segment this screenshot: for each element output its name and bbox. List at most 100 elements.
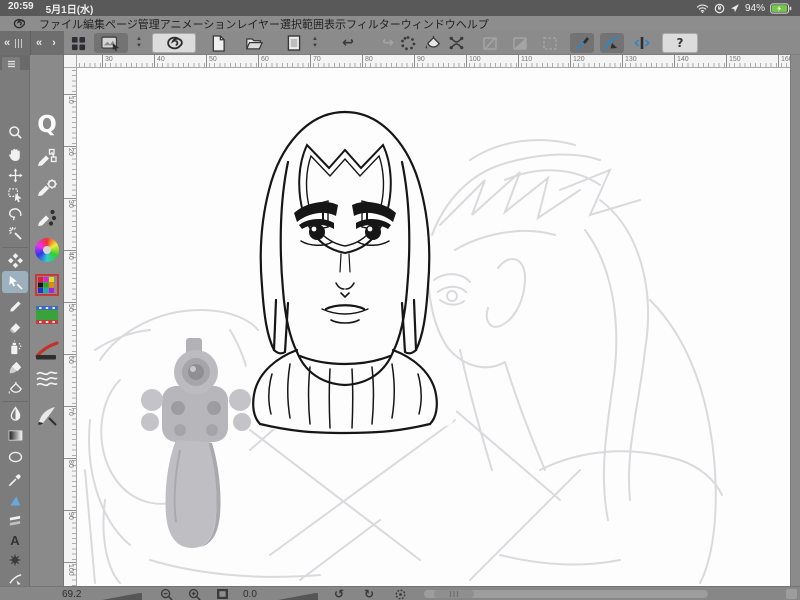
lasso-tool[interactable]	[7, 206, 23, 222]
rotation-slider[interactable]	[270, 590, 318, 600]
snap-to-grid-button[interactable]	[630, 33, 654, 53]
color-set-button[interactable]	[35, 273, 59, 297]
scrollbar-corner[interactable]	[786, 589, 797, 599]
menu-item[interactable]: ヘルプ	[456, 19, 489, 31]
spinner-down-icon[interactable]: ▼	[136, 43, 142, 50]
tool-palette-header[interactable]: «	[0, 31, 30, 55]
fit-to-screen-button[interactable]	[216, 587, 229, 600]
page-manager-button[interactable]	[282, 33, 306, 53]
horizontal-scrollbar[interactable]	[424, 590, 708, 598]
undo-button[interactable]: ↩	[336, 33, 360, 53]
brush-tool[interactable]	[7, 359, 23, 375]
tool-palette: A	[0, 55, 30, 600]
new-file-button[interactable]	[206, 33, 230, 53]
material-coil-button[interactable]	[35, 367, 59, 391]
collapse-tools-icon[interactable]: «	[4, 37, 10, 49]
help-button[interactable]: ?	[662, 33, 698, 53]
snap-to-special-ruler-button[interactable]	[600, 33, 624, 53]
redo-icon[interactable]: ↪	[382, 36, 394, 50]
help-icon[interactable]: ?	[677, 37, 684, 49]
operation-tool-selected[interactable]	[7, 274, 23, 290]
scatter-erase-button[interactable]	[396, 33, 420, 53]
menu-item[interactable]: アニメーション	[160, 19, 237, 31]
spinner-up-icon[interactable]: ▲	[312, 36, 318, 43]
menu-item[interactable]: 表示	[324, 19, 346, 31]
menu-item[interactable]: 選択範囲	[280, 19, 324, 31]
selection-launcher-tool[interactable]	[7, 252, 23, 268]
rotate-cw-button[interactable]: ↻	[364, 587, 374, 600]
menu-item[interactable]: ファイル	[39, 19, 83, 31]
vertical-scrollbar[interactable]	[790, 55, 800, 586]
pen-tool[interactable]	[7, 298, 23, 314]
decoration-tool[interactable]	[7, 552, 23, 568]
airbrush-tool[interactable]	[7, 339, 23, 355]
snap-to-ruler-button[interactable]	[570, 33, 594, 53]
line-correction-tool[interactable]	[7, 571, 23, 587]
location-icon	[730, 3, 740, 13]
spinner-down-icon[interactable]: ▼	[312, 43, 318, 50]
color-wheel-button[interactable]	[35, 238, 59, 262]
rotate-ccw-button[interactable]: ↺	[334, 587, 344, 600]
palette-grip-icon[interactable]	[15, 38, 25, 48]
brush-settings-button[interactable]	[35, 403, 59, 427]
clip-studio-home-button[interactable]	[152, 33, 196, 53]
text-tool[interactable]: A	[7, 532, 23, 548]
auto-action-button[interactable]	[35, 146, 59, 170]
menu-item[interactable]: ウィンドウ	[401, 19, 456, 31]
text-tool-icon[interactable]: A	[10, 533, 19, 548]
tool-tab-icon[interactable]	[2, 57, 20, 70]
zoom-in-button[interactable]	[188, 587, 202, 600]
clip-studio-logo-icon[interactable]	[12, 17, 25, 30]
object-select-tool[interactable]	[7, 187, 23, 203]
ruler-label: 40	[157, 56, 165, 63]
collapse-subtools-icon[interactable]: «	[36, 37, 42, 49]
ruler-label: 80	[365, 56, 373, 63]
ruler-label: 10	[67, 96, 74, 104]
menu-item[interactable]: ページ管理	[105, 19, 160, 31]
rotate-canvas-button-disabled	[478, 33, 502, 53]
ruler-tool[interactable]	[7, 492, 23, 508]
drawing-canvas[interactable]	[77, 68, 790, 586]
zoom-slider[interactable]	[94, 590, 142, 600]
ruler-label: 20	[67, 148, 74, 156]
gradient-tool[interactable]	[7, 427, 23, 443]
workspace-grid-button[interactable]	[66, 33, 90, 53]
undo-icon[interactable]: ↩	[342, 36, 354, 50]
timeline-button[interactable]	[35, 303, 59, 327]
zoom-tool[interactable]	[7, 124, 23, 140]
brush-shape-button[interactable]	[35, 339, 59, 363]
move-tool[interactable]	[7, 167, 23, 183]
frame-border-tool[interactable]	[7, 512, 23, 528]
view-spinner[interactable]: ▲ ▼	[132, 33, 146, 53]
eyedropper-tool[interactable]	[7, 472, 23, 488]
quick-access-icon[interactable]: Q	[37, 113, 57, 137]
menu-item[interactable]: レイヤー	[236, 19, 280, 31]
eraser-tool[interactable]	[7, 319, 23, 335]
scrollbar-grip[interactable]	[434, 590, 474, 598]
screen-settings-button[interactable]	[94, 33, 128, 53]
reset-view-button[interactable]	[394, 587, 407, 600]
blend-tool[interactable]	[7, 405, 23, 421]
fill-bucket-button[interactable]	[420, 33, 444, 53]
sketch-revolver	[141, 338, 251, 548]
open-file-button[interactable]	[242, 33, 266, 53]
subtool-palette-header[interactable]: « ›	[30, 31, 64, 55]
menu-item[interactable]: フィルター	[346, 19, 401, 31]
fill-tool[interactable]	[7, 380, 23, 396]
quick-access-button[interactable]: Q	[35, 113, 59, 137]
status-time: 20:59	[8, 0, 34, 12]
menu-item[interactable]: 編集	[83, 19, 105, 31]
subtool-settings-button[interactable]	[35, 176, 59, 200]
figure-tool[interactable]	[7, 449, 23, 465]
magic-wand-tool[interactable]	[7, 225, 23, 241]
spinner-up-icon[interactable]: ▲	[136, 36, 142, 43]
subtool-detail-button[interactable]	[35, 206, 59, 230]
mesh-transform-button[interactable]	[444, 33, 468, 53]
expand-subtools-icon[interactable]: ›	[52, 37, 56, 49]
hand-tool[interactable]	[7, 146, 23, 162]
ruler-vertical: 10 20 30 40 50 60 70 80 90 100	[64, 68, 77, 586]
battery-icon	[770, 2, 792, 14]
zoom-out-button[interactable]	[160, 587, 174, 600]
page-spinner[interactable]: ▲ ▼	[308, 33, 322, 53]
tool-palette-tabs[interactable]	[0, 55, 30, 70]
